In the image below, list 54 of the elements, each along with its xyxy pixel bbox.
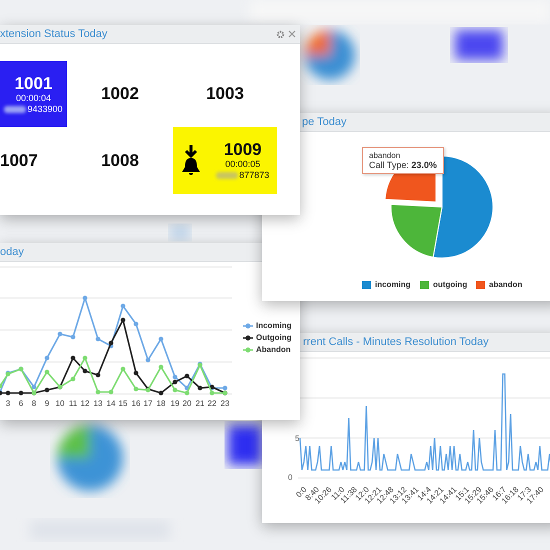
extension-number: 1001	[14, 74, 52, 92]
axis-label: 9	[44, 399, 50, 408]
caller-number: 877873	[239, 170, 270, 181]
redaction-blur	[4, 106, 26, 112]
blurred-pie-chart	[305, 30, 355, 80]
legend-label[interactable]: Outgoing	[256, 333, 292, 342]
legend-label[interactable]: incoming	[375, 280, 411, 289]
extension-number[interactable]: 1002	[101, 84, 139, 104]
tooltip-value: Call Type: 23.0%	[369, 160, 437, 170]
redaction-blur	[216, 172, 238, 179]
caller-number: 9433900	[27, 104, 63, 114]
extension-number: 1009	[224, 140, 262, 159]
panel-title: xtension Status Today	[0, 28, 108, 40]
axis-label: 21	[196, 399, 204, 408]
panel-title: pe Today	[302, 116, 348, 128]
axis-label: 14	[106, 399, 116, 408]
legend-label[interactable]: Abandon	[256, 345, 291, 354]
axis-label: 19	[170, 399, 180, 408]
legend-label[interactable]: abandon	[489, 280, 522, 289]
axis-label: 5	[295, 434, 300, 443]
busy-extension-tile[interactable]: 1001 00:00:04 9433900	[0, 61, 67, 127]
extension-number[interactable]: 1007	[0, 150, 38, 170]
axis-label: 16	[132, 399, 140, 408]
axis-label: 18	[156, 399, 166, 408]
blurred-tile	[228, 425, 262, 465]
axis-label: 22	[208, 399, 216, 408]
tooltip-label: abandon	[369, 151, 402, 160]
axis-label: 11	[68, 399, 78, 408]
extension-number[interactable]: 1003	[206, 84, 244, 104]
extension-number[interactable]: 1008	[101, 150, 139, 170]
blurred-tile	[170, 225, 190, 240]
axis-label: 0	[288, 473, 292, 482]
axis-label: 3	[6, 399, 10, 408]
axis-label: 12	[80, 399, 90, 408]
legend-label[interactable]: outgoing	[433, 280, 468, 289]
panel-title: oday	[0, 246, 25, 258]
call-duration: 00:00:05	[225, 159, 260, 170]
axis-label: 8	[32, 399, 36, 408]
blurred-pie-chart	[57, 425, 123, 491]
legend-label[interactable]: Incoming	[256, 321, 292, 330]
blurred-tile	[455, 30, 503, 60]
ringing-bell-icon	[180, 144, 201, 178]
axis-label: 10	[56, 399, 64, 408]
call-duration: 00:00:04	[16, 92, 52, 104]
axis-label: 15	[118, 399, 128, 408]
ringing-extension-tile[interactable]: 1009 00:00:05 877873	[173, 127, 277, 194]
axis-label: 13	[94, 399, 102, 408]
close-icon[interactable]	[288, 30, 296, 38]
axis-label: 23	[220, 399, 230, 408]
panel-title: rrent Calls - Minutes Resolution Today	[303, 336, 490, 348]
axis-label: 6	[18, 399, 24, 408]
axis-label: 17	[144, 399, 152, 408]
axis-label: 20	[182, 399, 192, 408]
settings-icon[interactable]	[276, 30, 285, 38]
